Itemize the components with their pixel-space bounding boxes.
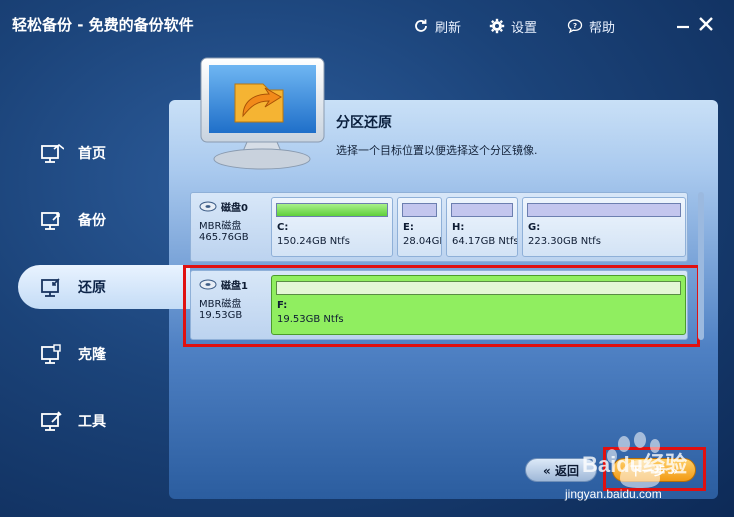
- disk-info: 磁盘1 MBR磁盘 19.53GB: [199, 277, 271, 321]
- refresh-button[interactable]: 刷新: [413, 15, 461, 37]
- help-label: 帮助: [589, 20, 616, 36]
- disk-name: 磁盘1: [199, 277, 271, 292]
- refresh-label: 刷新: [435, 20, 462, 36]
- disk-size: 19.53GB: [199, 310, 243, 321]
- usage-bar: [527, 203, 681, 217]
- sidebar-item-label: 工具: [78, 414, 106, 430]
- partition-e[interactable]: E: 28.04GB Ntfs: [397, 197, 442, 257]
- disk-list: 磁盘0 MBR磁盘 465.76GB C: 150.24GB Ntfs E: 2…: [185, 188, 698, 348]
- partition-letter: E:: [403, 222, 414, 233]
- usage-bar: [276, 281, 681, 295]
- sidebar-item-tools[interactable]: 工具: [18, 399, 170, 443]
- svg-text:?: ?: [573, 22, 577, 30]
- clone-monitor-icon: [41, 344, 61, 364]
- disk-name: 磁盘0: [199, 199, 271, 214]
- home-monitor-icon: [41, 143, 64, 163]
- sidebar-item-restore[interactable]: 还原: [18, 265, 190, 309]
- partition-letter: G:: [528, 222, 541, 233]
- restore-monitor-illustration: [200, 57, 325, 170]
- settings-label: 设置: [511, 20, 538, 36]
- usage-bar: [402, 203, 437, 217]
- disk-type: MBR磁盘: [199, 299, 242, 310]
- help-button[interactable]: ? 帮助: [567, 15, 615, 37]
- partition-info: 19.53GB Ntfs: [277, 314, 344, 325]
- back-button[interactable]: « 返回: [525, 458, 597, 482]
- partition-letter: H:: [452, 222, 465, 233]
- partition-info: 150.24GB Ntfs: [277, 236, 350, 247]
- help-bubble-icon: ?: [567, 19, 583, 34]
- watermark-url: jingyan.baidu.com: [565, 487, 662, 501]
- partition-info: 28.04GB Ntfs: [403, 236, 442, 247]
- backup-monitor-icon: [41, 212, 60, 230]
- partition-h[interactable]: H: 64.17GB Ntfs: [446, 197, 518, 257]
- usage-bar: [451, 203, 513, 217]
- partition-info: 64.17GB Ntfs: [452, 236, 518, 247]
- tools-monitor-icon: [41, 411, 62, 431]
- partition-g[interactable]: G: 223.30GB Ntfs: [522, 197, 686, 257]
- title-bar: 轻松备份 - 免费的备份软件 刷新 设置 ? 帮助: [0, 0, 734, 48]
- settings-button[interactable]: 设置: [489, 15, 537, 37]
- close-button[interactable]: [695, 13, 717, 35]
- refresh-icon: [415, 19, 427, 32]
- disk-drive-icon: [199, 201, 217, 212]
- disk-info: 磁盘0 MBR磁盘 465.76GB: [199, 199, 271, 243]
- sidebar-item-label: 克隆: [78, 347, 106, 363]
- usage-bar: [276, 203, 388, 217]
- app-window: 轻松备份 - 免费的备份软件 刷新 设置 ? 帮助 首页 备份 还原 克隆 工具…: [0, 0, 734, 517]
- app-title: 轻松备份 - 免费的备份软件: [12, 16, 194, 34]
- next-button[interactable]: 下一步 »: [612, 458, 696, 482]
- partition-letter: C:: [277, 222, 289, 233]
- disk-drive-icon: [199, 279, 217, 290]
- page-title: 分区还原: [336, 115, 392, 131]
- minimize-button[interactable]: [672, 13, 694, 35]
- partition-c[interactable]: C: 150.24GB Ntfs: [271, 197, 393, 257]
- sidebar-item-label: 备份: [78, 213, 106, 229]
- disk-row-1: 磁盘1 MBR磁盘 19.53GB F: 19.53GB Ntfs: [190, 270, 688, 340]
- disk-row-0: 磁盘0 MBR磁盘 465.76GB C: 150.24GB Ntfs E: 2…: [190, 192, 688, 262]
- page-description: 选择一个目标位置以便选择这个分区镜像.: [336, 144, 538, 157]
- sidebar-item-backup[interactable]: 备份: [18, 198, 170, 242]
- sidebar-item-label: 还原: [78, 280, 106, 296]
- partition-letter: F:: [277, 300, 288, 311]
- sidebar-item-label: 首页: [78, 146, 106, 162]
- disk-size: 465.76GB: [199, 232, 249, 243]
- partition-f[interactable]: F: 19.53GB Ntfs: [271, 275, 686, 335]
- partition-info: 223.30GB Ntfs: [528, 236, 601, 247]
- sidebar-item-home[interactable]: 首页: [18, 131, 170, 175]
- usage-fill: [277, 204, 387, 216]
- disk-list-scrollbar[interactable]: [698, 192, 704, 340]
- sidebar-item-clone[interactable]: 克隆: [18, 332, 170, 376]
- restore-monitor-icon: [41, 278, 60, 297]
- gear-icon: [489, 18, 505, 34]
- disk-type: MBR磁盘: [199, 221, 242, 232]
